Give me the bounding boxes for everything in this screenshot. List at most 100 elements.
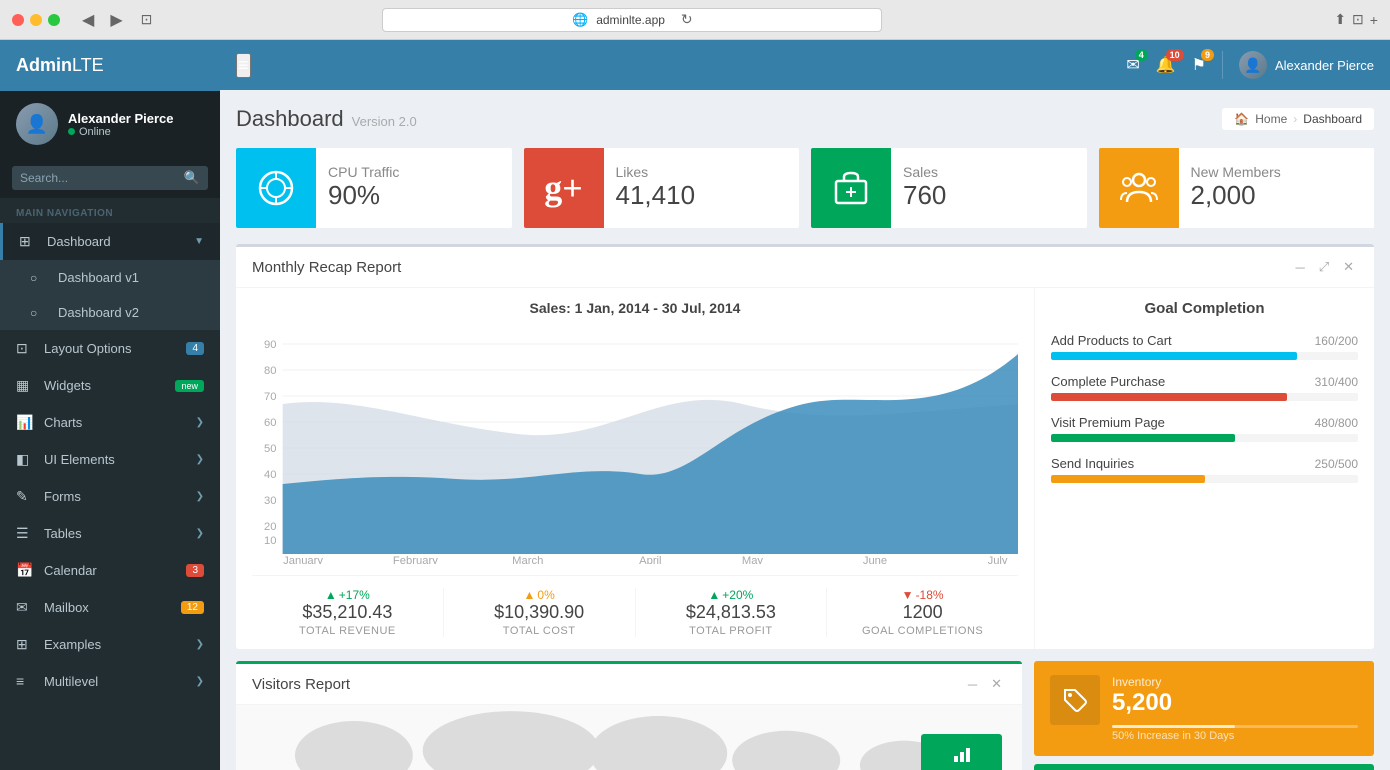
search-icon[interactable]: 🔍	[184, 170, 200, 186]
goal-label: Send Inquiries	[1051, 456, 1134, 471]
topbar-user[interactable]: 👤 Alexander Pierce	[1239, 51, 1374, 79]
sidebar-item-label: Dashboard v2	[58, 305, 204, 320]
page-version: Version 2.0	[352, 114, 417, 129]
monthly-recap-body: Sales: 1 Jan, 2014 - 30 Jul, 2014	[236, 288, 1374, 649]
search-input[interactable]	[20, 171, 184, 185]
sales-icon-wrap	[811, 148, 891, 228]
sidebar-toggle[interactable]: ≡	[236, 53, 251, 78]
forms-icon: ✎	[16, 488, 36, 505]
close-button[interactable]: ✕	[1339, 257, 1358, 277]
bell-notifications[interactable]: 🔔 10	[1156, 55, 1176, 75]
down-arrow-icon: ▼	[902, 588, 914, 602]
sidebar-brand[interactable]: AdminLTE	[0, 40, 220, 91]
stat-cost: ▲ 0% $10,390.90 TOTAL COST	[444, 588, 636, 637]
sales-value: 760	[903, 180, 946, 211]
members-label: New Members	[1191, 164, 1281, 180]
sidebar-item-mailbox[interactable]: ✉ Mailbox 12	[0, 589, 220, 626]
mail-notifications[interactable]: ✉ 4	[1126, 55, 1139, 75]
breadcrumb-home[interactable]: Home	[1255, 112, 1287, 126]
progress-bar	[1051, 352, 1297, 360]
layout-badge: 4	[186, 342, 204, 355]
new-tab-button[interactable]: +	[1370, 11, 1378, 28]
refresh-button[interactable]: ↻	[681, 11, 693, 28]
profit-label: TOTAL PROFIT	[636, 625, 827, 637]
minimize-button[interactable]: ─	[964, 674, 981, 694]
maximize-dot[interactable]	[48, 14, 60, 26]
sidebar-item-examples[interactable]: ⊞ Examples ❯	[0, 626, 220, 663]
goal-item-header: Complete Purchase 310/400	[1051, 374, 1358, 389]
layout-button[interactable]: ⊡	[141, 11, 153, 28]
mail-icon: ✉	[16, 599, 36, 616]
progress-bar	[1051, 434, 1235, 442]
sidebar-item-multilevel[interactable]: ≡ Multilevel ❯	[0, 663, 220, 699]
mailbox-badge: 12	[181, 601, 204, 614]
members-info-content: New Members 2,000	[1179, 148, 1293, 228]
flag-notifications[interactable]: ⚑ 9	[1192, 55, 1206, 75]
examples-icon: ⊞	[16, 636, 36, 653]
sales-info-content: Sales 760	[891, 148, 958, 228]
avatar-image: 👤	[16, 103, 58, 145]
monthly-recap-box: Monthly Recap Report ─ ⤢ ✕ Sales: 1 Jan,…	[236, 244, 1374, 649]
sales-label: Sales	[903, 164, 946, 180]
fullscreen-button[interactable]: ⊡	[1352, 11, 1364, 28]
sidebar-item-layout[interactable]: ⊡ Layout Options 4	[0, 330, 220, 367]
share-button[interactable]: ⬆	[1334, 11, 1346, 28]
up-arrow-icon: ▲	[708, 588, 720, 602]
goal-item-header: Add Products to Cart 160/200	[1051, 333, 1358, 348]
cpu-value: 90%	[328, 180, 399, 211]
widgets-icon: ▦	[16, 377, 36, 394]
goal-item-header: Visit Premium Page 480/800	[1051, 415, 1358, 430]
inventory-number: 5,200	[1112, 689, 1358, 717]
dashboard-icon: ⊞	[19, 233, 39, 250]
calendar-icon: 📅	[16, 562, 36, 579]
sidebar-item-label: Examples	[44, 637, 196, 652]
goal-item-cart: Add Products to Cart 160/200	[1051, 333, 1358, 360]
sidebar-item-charts[interactable]: 📊 Charts ❯	[0, 404, 220, 441]
map-svg	[236, 705, 1022, 770]
svg-text:February: February	[393, 555, 438, 564]
progress-wrap	[1051, 393, 1358, 401]
stat-profit: ▲ +20% $24,813.53 TOTAL PROFIT	[636, 588, 828, 637]
sidebar-item-tables[interactable]: ☰ Tables ❯	[0, 515, 220, 552]
forward-button[interactable]: ▶	[104, 8, 128, 32]
goal-title: Goal Completion	[1051, 300, 1358, 317]
minimize-dot[interactable]	[30, 14, 42, 26]
stats-row: ▲ +17% $35,210.43 TOTAL REVENUE ▲	[252, 575, 1018, 637]
url-bar[interactable]: 🌐 adminlte.app ↻	[382, 8, 882, 32]
back-button[interactable]: ◀	[76, 8, 100, 32]
lower-row: Visitors Report ─ ✕	[236, 661, 1374, 770]
sidebar-item-dashboard[interactable]: ⊞ Dashboard ▼	[0, 223, 220, 260]
svg-text:March: March	[512, 555, 543, 564]
chart-wrapper: 90 80 70 60 50 40 30 20 10	[252, 324, 1018, 567]
sidebar-item-label: UI Elements	[44, 452, 196, 467]
info-box-likes: g+ Likes 41,410	[524, 148, 800, 228]
stat-revenue: ▲ +17% $35,210.43 TOTAL REVENUE	[252, 588, 444, 637]
minimize-button[interactable]: ─	[1291, 257, 1308, 277]
expand-button[interactable]: ⤢	[1315, 257, 1333, 277]
chevron-right-icon: ❯	[196, 639, 204, 650]
info-box-sales: Sales 760	[811, 148, 1087, 228]
mail-badge: 4	[1135, 49, 1148, 61]
search-wrapper: 🔍	[12, 166, 208, 190]
sidebar-item-label: Mailbox	[44, 600, 181, 615]
user-status: Online	[68, 126, 174, 138]
sidebar-item-dashboard-v2[interactable]: ○ Dashboard v2	[0, 295, 220, 330]
sidebar-item-ui-elements[interactable]: ◧ UI Elements ❯	[0, 441, 220, 478]
sidebar-item-label: Multilevel	[44, 674, 196, 689]
sidebar-item-forms[interactable]: ✎ Forms ❯	[0, 478, 220, 515]
up-arrow-icon: ▲	[325, 588, 337, 602]
area-chart: 90 80 70 60 50 40 30 20 10	[252, 324, 1018, 564]
chevron-right-icon: ❯	[196, 528, 204, 539]
sidebar-item-dashboard-v1[interactable]: ○ Dashboard v1	[0, 260, 220, 295]
close-button[interactable]: ✕	[987, 674, 1006, 694]
sidebar-item-label: Calendar	[44, 563, 186, 578]
sidebar-item-calendar[interactable]: 📅 Calendar 3	[0, 552, 220, 589]
sidebar-item-widgets[interactable]: ▦ Widgets new	[0, 367, 220, 404]
close-dot[interactable]	[12, 14, 24, 26]
sidebar-item-label: Dashboard	[47, 234, 194, 249]
likes-value: 41,410	[616, 180, 696, 211]
svg-text:January: January	[283, 555, 323, 564]
breadcrumb-current: Dashboard	[1303, 112, 1362, 126]
breadcrumb-separator: ›	[1293, 112, 1297, 126]
svg-text:May: May	[742, 555, 764, 564]
